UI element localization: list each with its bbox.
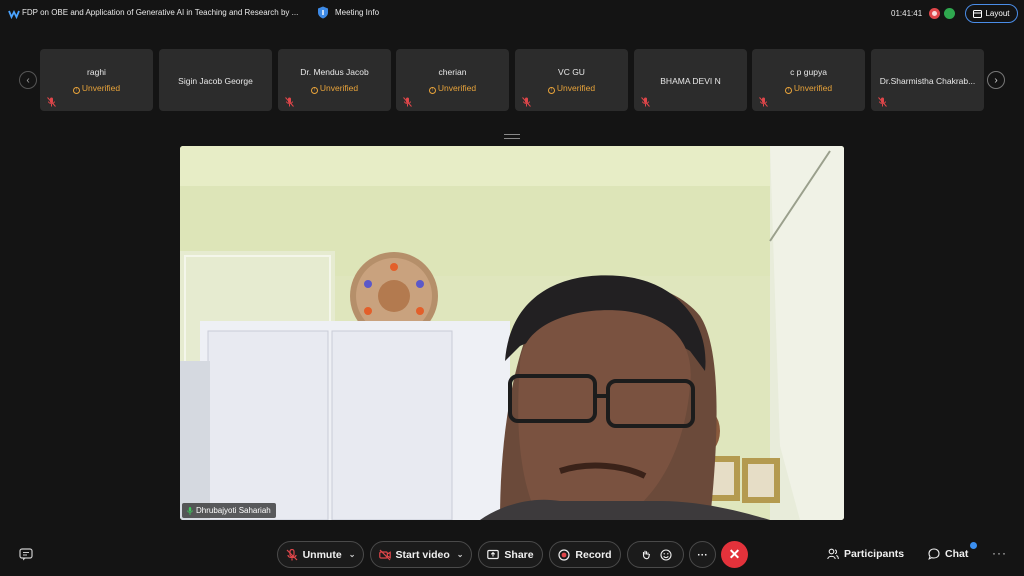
muted-mic-icon	[403, 97, 412, 107]
chevron-down-icon: ⌄	[348, 550, 356, 559]
more-options-button[interactable]: ···	[689, 541, 716, 568]
muted-mic-icon	[878, 97, 887, 107]
participants-button[interactable]: Participants	[827, 548, 904, 560]
start-video-label: Start video	[395, 548, 450, 561]
unmute-label: Unmute	[302, 548, 342, 561]
mic-icon	[187, 506, 193, 515]
meeting-title: FDP on OBE and Application of Generative…	[22, 8, 299, 17]
participant-tile[interactable]: Dr. Mendus Jacob ! Unverified	[278, 49, 391, 111]
unverified-badge: ! Unverified	[278, 83, 391, 94]
close-icon: ✕	[728, 546, 741, 562]
muted-mic-icon	[759, 97, 768, 107]
muted-mic-icon	[286, 548, 298, 560]
captions-icon[interactable]	[19, 548, 33, 561]
share-screen-icon	[487, 549, 500, 559]
share-label: Share	[504, 548, 534, 561]
connection-status-icon	[944, 8, 955, 19]
speaker-name-tag: Dhrubajyoti Sahariah	[182, 503, 276, 518]
unmute-button[interactable]: Unmute ⌄	[277, 541, 364, 568]
participant-name: cherian	[438, 67, 467, 77]
participant-name: VC GU	[558, 67, 585, 77]
recording-indicator-icon	[929, 8, 940, 19]
record-label: Record	[575, 548, 612, 561]
muted-mic-icon	[641, 97, 650, 107]
participants-label: Participants	[844, 548, 905, 560]
unverified-badge: ! Unverified	[515, 83, 628, 94]
warning-icon: !	[72, 87, 80, 94]
participant-name: Dr.Sharmistha Chakrab...	[879, 76, 976, 86]
strip-prev-button[interactable]: ‹	[19, 71, 37, 89]
emoji-reaction-icon[interactable]	[659, 548, 672, 561]
video-off-icon	[378, 549, 391, 560]
unverified-badge: ! Unverified	[396, 83, 509, 94]
layout-button[interactable]: Layout	[965, 4, 1018, 23]
warning-icon: !	[310, 87, 318, 94]
muted-mic-icon	[47, 97, 56, 107]
meeting-info-button[interactable]: Meeting Info	[317, 6, 379, 19]
share-button[interactable]: Share	[478, 541, 543, 568]
participant-tile[interactable]: VC GU ! Unverified	[515, 49, 628, 111]
shield-icon	[318, 6, 328, 19]
participants-icon	[827, 548, 839, 560]
chevron-down-icon: ⌄	[456, 550, 464, 559]
more-icon: ···	[697, 548, 708, 561]
participant-tile[interactable]: Sigin Jacob George	[159, 49, 272, 111]
top-bar: FDP on OBE and Application of Generative…	[0, 0, 1024, 28]
participant-name: BHAMA DEVI N	[660, 76, 721, 86]
warning-icon: !	[428, 87, 436, 94]
chat-button[interactable]: Chat	[928, 548, 968, 560]
participant-tile[interactable]: c p gupya ! Unverified	[752, 49, 865, 111]
participant-tile[interactable]: cherian ! Unverified	[396, 49, 509, 111]
unverified-badge: ! Unverified	[40, 83, 153, 94]
leave-meeting-button[interactable]: ✕	[721, 541, 748, 568]
reactions-group	[627, 541, 684, 568]
record-button[interactable]: Record	[549, 541, 621, 568]
webex-logo-icon	[8, 9, 20, 19]
participant-name: raghi	[87, 67, 106, 77]
unverified-badge: ! Unverified	[752, 83, 865, 94]
active-speaker-video[interactable]	[180, 146, 844, 520]
participant-name: c p gupya	[790, 67, 827, 77]
participant-tile[interactable]: Dr.Sharmistha Chakrab...	[871, 49, 984, 111]
chat-label: Chat	[945, 548, 969, 560]
speaker-name: Dhrubajyoti Sahariah	[196, 506, 271, 515]
record-icon	[558, 548, 571, 561]
layout-label: Layout	[985, 9, 1010, 18]
layout-icon	[973, 9, 983, 18]
start-video-button[interactable]: Start video ⌄	[370, 541, 472, 568]
warning-icon: !	[784, 87, 792, 94]
participant-name: Sigin Jacob George	[178, 76, 253, 86]
strip-next-button[interactable]: ›	[987, 71, 1005, 89]
resize-handle[interactable]	[504, 134, 520, 139]
chat-icon	[928, 548, 940, 560]
video-frame	[180, 146, 844, 520]
participant-tile[interactable]: BHAMA DEVI N	[634, 49, 747, 111]
participant-name: Dr. Mendus Jacob	[300, 67, 369, 77]
muted-mic-icon	[285, 97, 294, 107]
meeting-info-label: Meeting Info	[335, 8, 380, 17]
more-panels-button[interactable]: ···	[992, 546, 1007, 560]
raise-hand-icon[interactable]	[640, 549, 652, 561]
warning-icon: !	[547, 87, 555, 94]
muted-mic-icon	[522, 97, 531, 107]
meeting-timer: 01:41:41	[891, 9, 923, 18]
participant-tile[interactable]: raghi ! Unverified	[40, 49, 153, 111]
chat-notification-badge	[970, 542, 977, 549]
